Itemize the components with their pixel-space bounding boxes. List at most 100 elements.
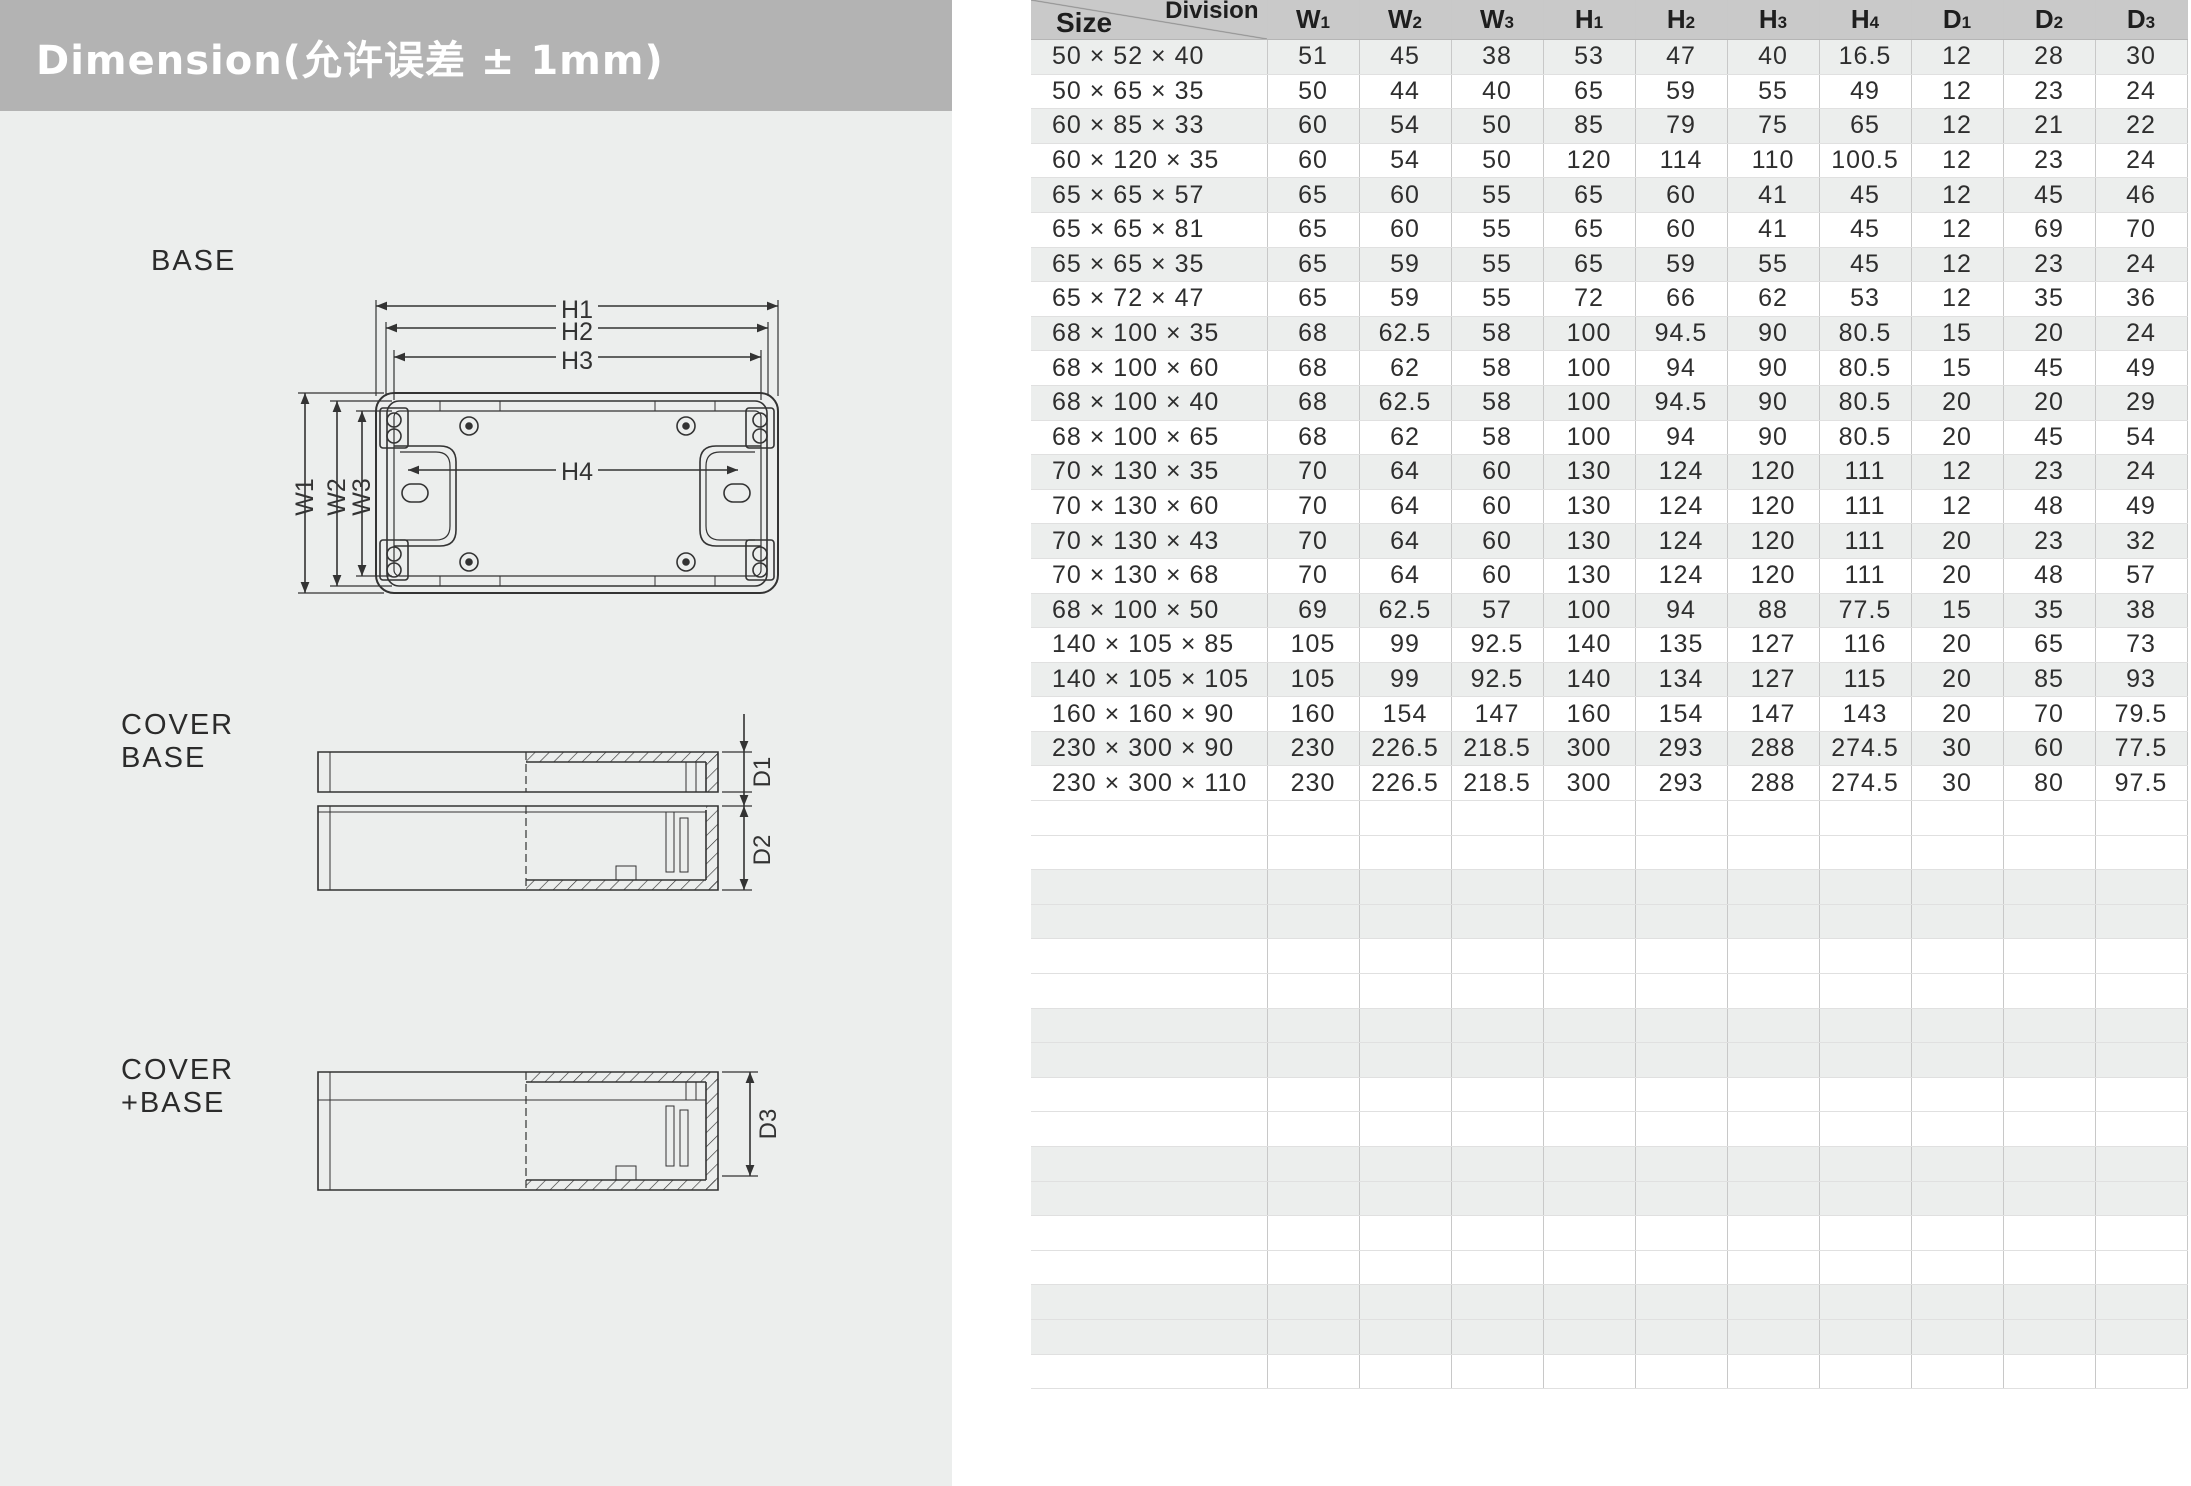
value-cell: 124 (1635, 489, 1728, 525)
column-header-subscript: 2 (1412, 13, 1422, 32)
size-cell: 50 × 65 × 35 (1031, 74, 1268, 110)
value-cell: 57 (1451, 593, 1544, 629)
value-cell: 130 (1543, 454, 1636, 490)
empty-cell (1727, 835, 1820, 871)
empty-cell (1635, 973, 1728, 1009)
value-cell: 45 (1819, 247, 1912, 283)
value-cell: 12 (1911, 74, 2004, 110)
empty-cell (1359, 835, 1452, 871)
value-cell: 15 (1911, 593, 2004, 629)
empty-cell (1451, 1250, 1544, 1286)
empty-cell (1911, 1284, 2004, 1320)
value-cell: 35 (2003, 281, 2096, 317)
empty-cell (1911, 835, 2004, 871)
value-cell: 57 (2095, 558, 2188, 594)
empty-cell (1451, 1319, 1544, 1355)
table-row: 65 × 72 × 47 65 59 55 72 66 62 53 12 35 36 (1031, 281, 2188, 317)
value-cell: 134 (1635, 662, 1728, 698)
column-header-letter: D (1942, 4, 1962, 34)
empty-cell (1819, 1042, 1912, 1078)
empty-cell (1727, 1250, 1820, 1286)
dim-w3-label: W3 (348, 478, 376, 516)
column-header-subscript: 1 (1320, 13, 1330, 32)
empty-cell (1543, 938, 1636, 975)
empty-cell (1819, 1319, 1912, 1355)
empty-cell (1031, 1215, 1268, 1251)
size-cell: 70 × 130 × 43 (1031, 523, 1268, 559)
value-cell: 300 (1543, 765, 1636, 802)
empty-cell (1267, 973, 1360, 1009)
empty-cell (1359, 1111, 1452, 1147)
value-cell: 51 (1267, 39, 1360, 75)
value-cell: 58 (1451, 316, 1544, 352)
value-cell: 23 (2003, 247, 2096, 283)
empty-cell (2095, 1354, 2188, 1390)
empty-cell (2095, 1319, 2188, 1355)
value-cell: 230 (1267, 765, 1360, 802)
value-cell: 38 (2095, 593, 2188, 629)
value-cell: 274.5 (1819, 731, 1912, 767)
dim-d2-label: D2 (749, 835, 776, 866)
empty-cell (1359, 1146, 1452, 1182)
value-cell: 23 (2003, 143, 2096, 179)
value-cell: 54 (1359, 108, 1452, 144)
empty-cell (1359, 869, 1452, 905)
empty-cell (1267, 1284, 1360, 1320)
dim-d3-label: D3 (755, 1109, 782, 1140)
value-cell: 55 (1727, 247, 1820, 283)
value-cell: 58 (1451, 385, 1544, 421)
empty-cell (1359, 1250, 1452, 1286)
value-cell: 12 (1911, 281, 2004, 317)
empty-cell (1267, 1111, 1360, 1147)
value-cell: 65 (1267, 177, 1360, 213)
column-header-letter: W (1479, 4, 1505, 34)
table-row: 70 × 130 × 68 70 64 60 130 124 120 111 20 48 57 (1031, 558, 2188, 594)
value-cell: 80 (2003, 765, 2096, 802)
size-label: Size (1056, 7, 1113, 38)
value-cell: 50 (1451, 143, 1544, 179)
empty-table-row (1031, 1354, 2188, 1390)
empty-cell (1635, 1215, 1728, 1251)
column-header: H1 (1543, 0, 1636, 40)
value-cell: 62.5 (1359, 316, 1452, 352)
empty-cell (1543, 1111, 1636, 1147)
table-row: 140 × 105 × 105 105 99 92.5 140 134 127 115 20 85… (1031, 662, 2188, 698)
empty-cell (1267, 835, 1360, 871)
table-row: 65 × 65 × 57 65 60 55 65 60 41 45 12 45 46 (1031, 177, 2188, 213)
value-cell: 94 (1635, 420, 1728, 456)
empty-cell (1819, 800, 1912, 836)
empty-cell (1451, 1008, 1544, 1044)
value-cell: 80.5 (1819, 420, 1912, 456)
empty-cell (1819, 835, 1912, 871)
empty-cell (1543, 835, 1636, 871)
empty-cell (1911, 1319, 2004, 1355)
value-cell: 65 (2003, 627, 2096, 663)
value-cell: 60 (1635, 212, 1728, 248)
empty-cell (2003, 1354, 2096, 1390)
value-cell: 127 (1727, 662, 1820, 698)
value-cell: 24 (2095, 143, 2188, 179)
value-cell: 41 (1727, 212, 1820, 248)
value-cell: 140 (1543, 662, 1636, 698)
empty-cell (1911, 1215, 2004, 1251)
value-cell: 73 (2095, 627, 2188, 663)
column-header-subscript: 1 (1961, 13, 1972, 32)
value-cell: 65 (1543, 247, 1636, 283)
empty-cell (1267, 1354, 1360, 1390)
size-cell: 68 × 100 × 35 (1031, 316, 1268, 352)
value-cell: 58 (1451, 350, 1544, 386)
value-cell: 48 (2003, 558, 2096, 594)
empty-cell (1451, 904, 1544, 940)
value-cell: 120 (1727, 523, 1820, 559)
column-header-letter: W (1387, 4, 1413, 34)
empty-cell (2095, 835, 2188, 871)
value-cell: 60 (1451, 523, 1544, 559)
value-cell: 70 (1267, 454, 1360, 490)
empty-cell (1727, 1354, 1820, 1390)
value-cell: 140 (1543, 627, 1636, 663)
value-cell: 124 (1635, 558, 1728, 594)
value-cell: 59 (1359, 247, 1452, 283)
empty-cell (1911, 1250, 2004, 1286)
empty-cell (2003, 1042, 2096, 1078)
empty-cell (2003, 1077, 2096, 1113)
